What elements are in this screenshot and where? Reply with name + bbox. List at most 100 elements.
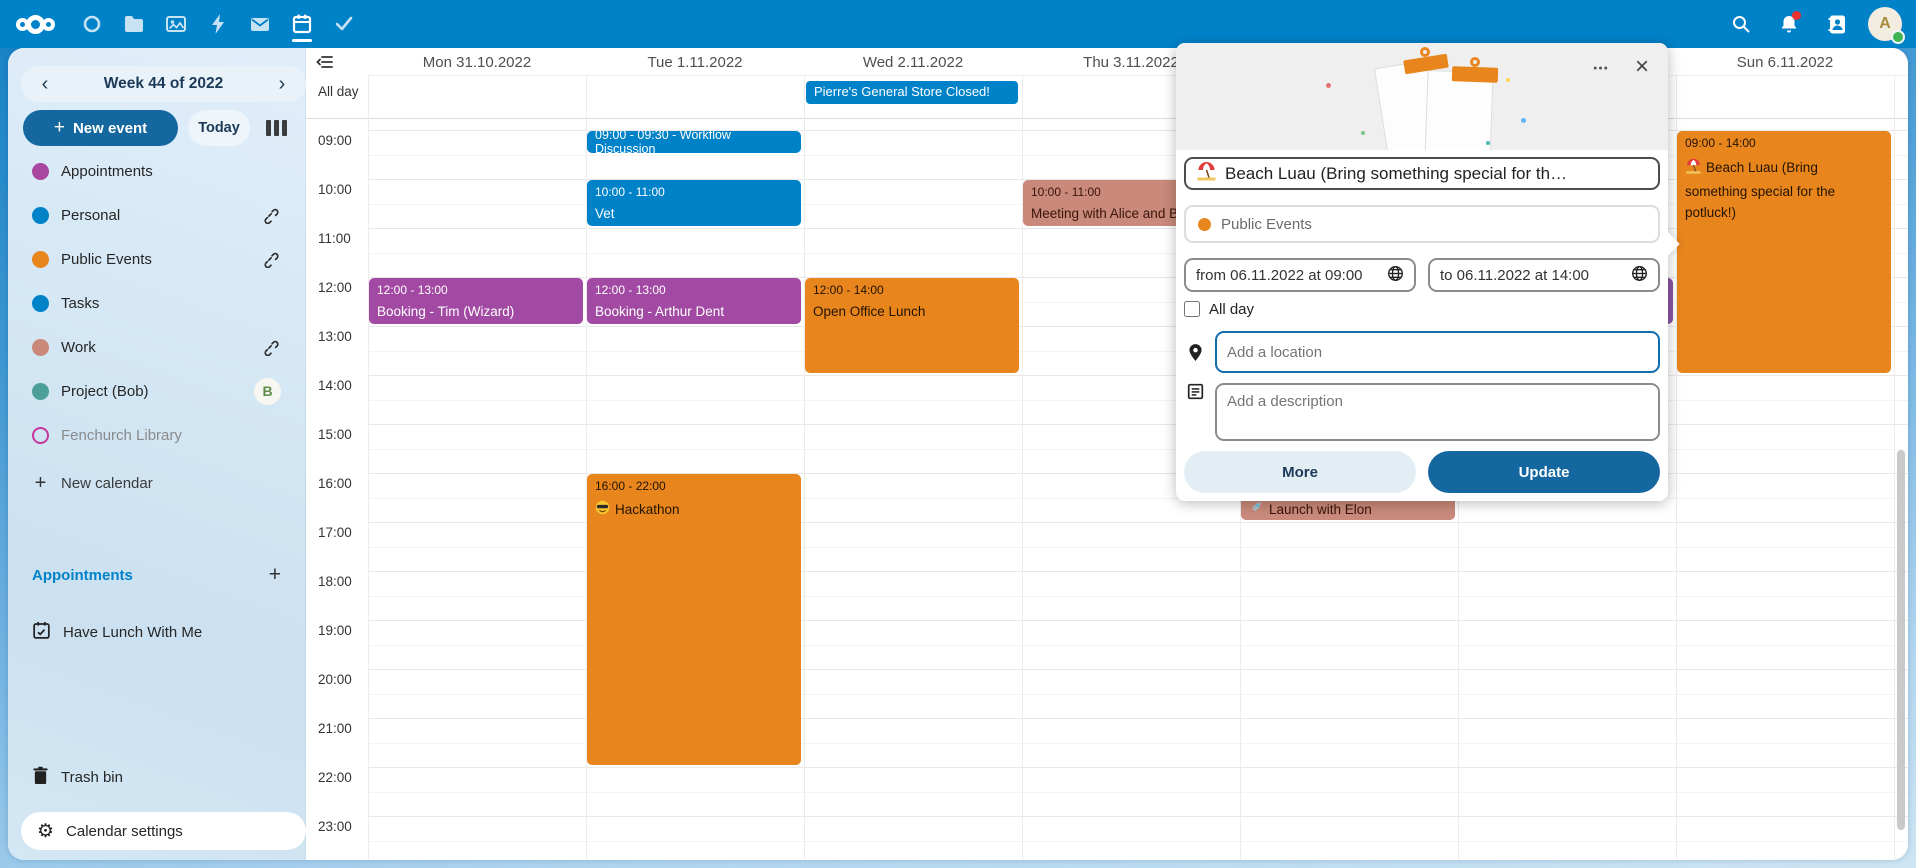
calendar-name: Fenchurch Library bbox=[61, 427, 281, 444]
timezone-globe-icon[interactable] bbox=[1631, 265, 1648, 286]
end-datetime-field[interactable]: to 06.11.2022 at 14:00 bbox=[1428, 258, 1660, 292]
event-booking-tim[interactable]: 12:00 - 13:00Booking - Tim (Wizard) bbox=[369, 278, 583, 324]
day-header[interactable]: Tue 1.11.2022 bbox=[586, 48, 804, 75]
appointments-section-header: Appointments + bbox=[8, 560, 305, 590]
event-title: Vet bbox=[595, 206, 793, 221]
event-vet[interactable]: 10:00 - 11:00Vet bbox=[587, 180, 801, 226]
previous-week-button[interactable]: ‹ bbox=[35, 74, 55, 94]
event-title: Hackathon bbox=[595, 500, 793, 518]
timezone-globe-icon[interactable] bbox=[1387, 265, 1404, 286]
rocket-emoji bbox=[1249, 500, 1264, 518]
event-pierres-store-closed[interactable]: Pierre's General Store Closed! bbox=[806, 81, 1018, 104]
trash-bin-button[interactable]: Trash bin bbox=[8, 759, 305, 795]
trash-icon bbox=[32, 766, 49, 789]
calendar-icon[interactable] bbox=[289, 4, 315, 44]
event-title: Open Office Lunch bbox=[813, 304, 1011, 319]
user-avatar[interactable]: A bbox=[1868, 7, 1902, 41]
allday-checkbox[interactable] bbox=[1184, 301, 1200, 317]
event-beach-luau[interactable]: 09:00 - 14:00Beach Luau (Bring something… bbox=[1677, 131, 1891, 373]
appointment-config-item[interactable]: Have Lunch With Me bbox=[8, 614, 305, 650]
today-button[interactable]: Today bbox=[188, 110, 250, 146]
view-mode-icon[interactable] bbox=[266, 120, 287, 136]
event-open-office-lunch[interactable]: 12:00 - 14:00Open Office Lunch bbox=[805, 278, 1019, 373]
update-button[interactable]: Update bbox=[1428, 451, 1660, 493]
time-label: 23:00 bbox=[318, 819, 352, 860]
day-header[interactable]: Sun 6.11.2022 bbox=[1676, 48, 1894, 75]
calendar-list-item[interactable]: Appointments bbox=[8, 149, 305, 193]
event-time: 12:00 - 13:00 bbox=[595, 283, 793, 297]
notifications-bell-icon[interactable] bbox=[1772, 7, 1806, 41]
share-link-icon[interactable] bbox=[259, 206, 281, 224]
allday-checkbox-row: All day bbox=[1184, 299, 1660, 319]
dashboard-icon[interactable] bbox=[79, 4, 105, 44]
share-link-icon[interactable] bbox=[259, 338, 281, 356]
shared-by-badge: B bbox=[254, 378, 281, 405]
calendar-settings-button[interactable]: ⚙ Calendar settings bbox=[21, 812, 306, 850]
calendar-color-dot bbox=[32, 427, 49, 444]
more-button[interactable]: More bbox=[1184, 451, 1416, 493]
event-booking-arthur[interactable]: 12:00 - 13:00 Booking - Arthur Dent bbox=[587, 278, 801, 324]
calendar-list-item[interactable]: Project (Bob) B bbox=[8, 369, 305, 413]
appointments-section-title: Appointments bbox=[32, 567, 269, 584]
calendar-list-item[interactable]: Tasks bbox=[8, 281, 305, 325]
new-event-button[interactable]: + New event bbox=[23, 110, 178, 146]
event-workflow-discussion[interactable]: 09:00 - 09:30 - Workflow Discussion bbox=[587, 131, 801, 153]
location-input[interactable] bbox=[1215, 331, 1660, 373]
plus-icon: + bbox=[32, 472, 49, 495]
share-link-icon[interactable] bbox=[259, 250, 281, 268]
collapse-allday-icon[interactable] bbox=[316, 54, 334, 75]
contacts-icon[interactable] bbox=[1820, 7, 1854, 41]
event-time: 16:00 - 22:00 bbox=[595, 479, 793, 493]
add-appointment-config-button[interactable]: + bbox=[269, 563, 281, 587]
description-textarea[interactable] bbox=[1215, 383, 1660, 441]
nextcloud-logo-icon[interactable] bbox=[16, 15, 55, 34]
time-label: 12:00 bbox=[318, 280, 352, 329]
day-header[interactable]: Mon 31.10.2022 bbox=[368, 48, 586, 75]
photos-icon[interactable] bbox=[163, 4, 189, 44]
allday-checkbox-label[interactable]: All day bbox=[1209, 301, 1254, 318]
event-hackathon[interactable]: 16:00 - 22:00 Hackathon bbox=[587, 474, 801, 765]
calendar-color-dot bbox=[32, 251, 49, 268]
settings-label: Calendar settings bbox=[66, 823, 183, 840]
next-week-button[interactable]: › bbox=[272, 74, 292, 94]
top-bar: A bbox=[0, 0, 1916, 48]
calendar-sidebar: ‹ Week 44 of 2022 › + New event Today Ap… bbox=[8, 48, 306, 860]
start-datetime-field[interactable]: from 06.11.2022 at 09:00 bbox=[1184, 258, 1416, 292]
time-label: 16:00 bbox=[318, 476, 352, 525]
calendar-select[interactable]: Public Events bbox=[1184, 205, 1660, 243]
calendar-list-item[interactable]: Fenchurch Library bbox=[8, 413, 305, 457]
topbar-right: A bbox=[1724, 7, 1902, 41]
calendar-list-item[interactable]: Public Events bbox=[8, 237, 305, 281]
time-label: 19:00 bbox=[318, 623, 352, 672]
event-title-input[interactable] bbox=[1225, 164, 1648, 184]
calendar-list-item[interactable]: Work bbox=[8, 325, 305, 369]
activity-icon[interactable] bbox=[205, 4, 231, 44]
calendar-list-item[interactable]: Personal bbox=[8, 193, 305, 237]
close-icon[interactable]: × bbox=[1626, 51, 1658, 83]
vertical-scrollbar[interactable] bbox=[1897, 450, 1905, 830]
new-calendar-button[interactable]: + New calendar bbox=[8, 461, 305, 505]
description-icon bbox=[1184, 383, 1206, 441]
time-label: 10:00 bbox=[318, 182, 352, 231]
mail-icon[interactable] bbox=[247, 4, 273, 44]
appointment-item-label: Have Lunch With Me bbox=[63, 624, 202, 641]
files-icon[interactable] bbox=[121, 4, 147, 44]
event-title: Booking - Arthur Dent bbox=[595, 304, 793, 319]
calendar-color-dot bbox=[32, 383, 49, 400]
search-icon[interactable] bbox=[1724, 7, 1758, 41]
time-label: 11:00 bbox=[318, 231, 352, 280]
tasks-icon[interactable] bbox=[331, 4, 357, 44]
day-header[interactable]: Wed 2.11.2022 bbox=[804, 48, 1022, 75]
event-time: 12:00 - 13:00 bbox=[377, 283, 575, 297]
start-datetime-value: from 06.11.2022 at 09:00 bbox=[1196, 267, 1363, 284]
event-time: 09:00 - 14:00 bbox=[1685, 136, 1883, 150]
date-range-row: from 06.11.2022 at 09:00 to 06.11.2022 a… bbox=[1184, 258, 1660, 292]
week-navigation: ‹ Week 44 of 2022 › bbox=[21, 66, 306, 102]
event-editor-popup: ●●● × Public Events from 06.11.2022 at 0… bbox=[1176, 43, 1668, 501]
popup-actions-menu-icon[interactable]: ●●● bbox=[1586, 53, 1616, 83]
notification-badge bbox=[1792, 11, 1801, 20]
event-title-field[interactable] bbox=[1184, 157, 1660, 190]
calendar-color-dot bbox=[32, 207, 49, 224]
plus-icon: + bbox=[54, 117, 65, 139]
calendar-name: Public Events bbox=[61, 251, 247, 268]
